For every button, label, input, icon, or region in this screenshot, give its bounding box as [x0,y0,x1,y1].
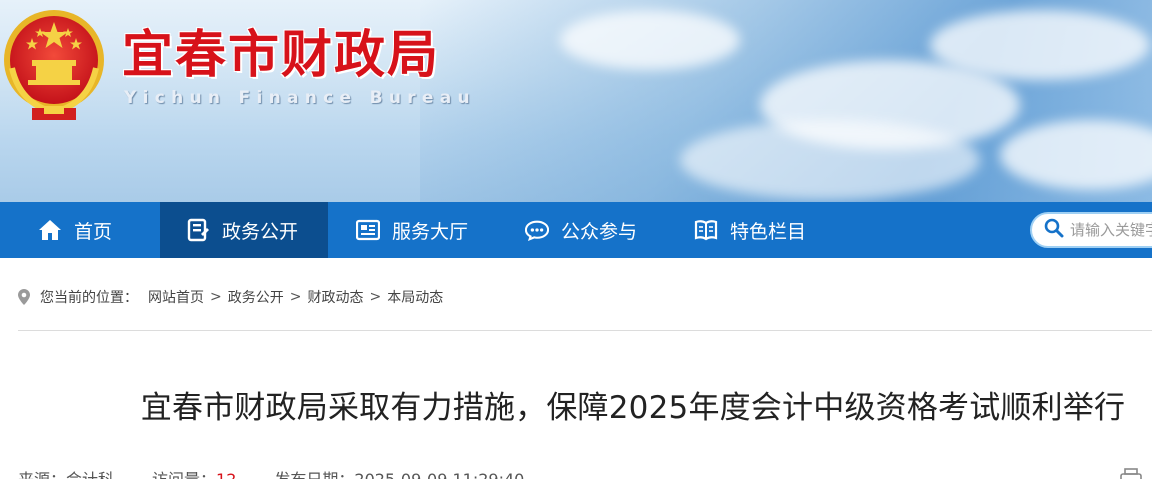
main-nav: 首页 政务公开 服务大厅 公众参与 特色栏目 [0,202,1152,258]
service-card-icon [356,218,380,242]
search-box[interactable] [1030,212,1152,248]
search-icon[interactable] [1044,218,1064,242]
nav-item-service-hall[interactable]: 服务大厅 [356,202,468,258]
source-label: 来源： [18,470,66,479]
breadcrumb-separator: > [210,289,222,305]
breadcrumb-link-home[interactable]: 网站首页 [148,287,204,307]
home-icon [38,218,62,242]
date-value: 2025-09-09 11:29:40 [354,470,524,479]
site-subtitle: Yichun Finance Bureau [124,88,476,108]
article-source: 来源：会计科 [18,466,114,479]
nav-item-featured[interactable]: 特色栏目 [694,202,806,258]
source-value: 会计科 [66,470,114,479]
cloud-decoration [680,120,980,200]
cloud-decoration [560,10,740,70]
header-banner: 宜春市财政局 Yichun Finance Bureau [0,0,1152,202]
location-pin-icon [18,289,30,305]
divider [18,330,1152,331]
breadcrumb-prefix: 您当前的位置： [40,290,138,306]
nav-item-label: 首页 [74,220,113,243]
national-emblem-icon [4,10,104,120]
book-icon [694,218,718,242]
views-label: 访问量： [152,470,216,479]
breadcrumb-link-bureau-news[interactable]: 本局动态 [387,287,443,307]
print-icon[interactable] [1120,468,1142,479]
breadcrumb-link-finance-news[interactable]: 财政动态 [307,287,363,307]
nav-item-label: 特色栏目 [730,220,807,243]
chat-bubble-icon [525,218,549,242]
article-title: 宜春市财政局采取有力措施，保障2025年度会计中级资格考试顺利举行 [140,390,1126,426]
document-icon [186,218,210,242]
site-title: 宜春市财政局 [122,26,441,85]
cloud-decoration [930,10,1150,80]
article-date: 发布日期：2025-09-09 11:29:40 [274,466,524,479]
nav-item-label: 公众参与 [561,220,638,243]
nav-item-public-participation[interactable]: 公众参与 [525,202,637,258]
date-label: 发布日期： [274,470,354,479]
nav-item-label: 服务大厅 [392,220,469,243]
search-input[interactable] [1070,221,1152,239]
article-meta: 来源：会计科 访问量：12 发布日期：2025-09-09 11:29:40 [18,466,562,479]
article-views: 访问量：12 [152,466,236,479]
breadcrumb-separator: > [369,289,382,305]
breadcrumb-link-gov-affairs[interactable]: 政务公开 [228,287,284,307]
nav-item-gov-affairs[interactable]: 政务公开 [160,202,328,258]
breadcrumb: 您当前的位置： 网站首页 > 政务公开 > 财政动态 > 本局动态 [18,286,443,308]
nav-item-home[interactable]: 首页 [38,202,112,258]
breadcrumb-separator: > [289,289,302,305]
views-count: 12 [216,470,236,479]
nav-item-label: 政务公开 [222,220,299,243]
